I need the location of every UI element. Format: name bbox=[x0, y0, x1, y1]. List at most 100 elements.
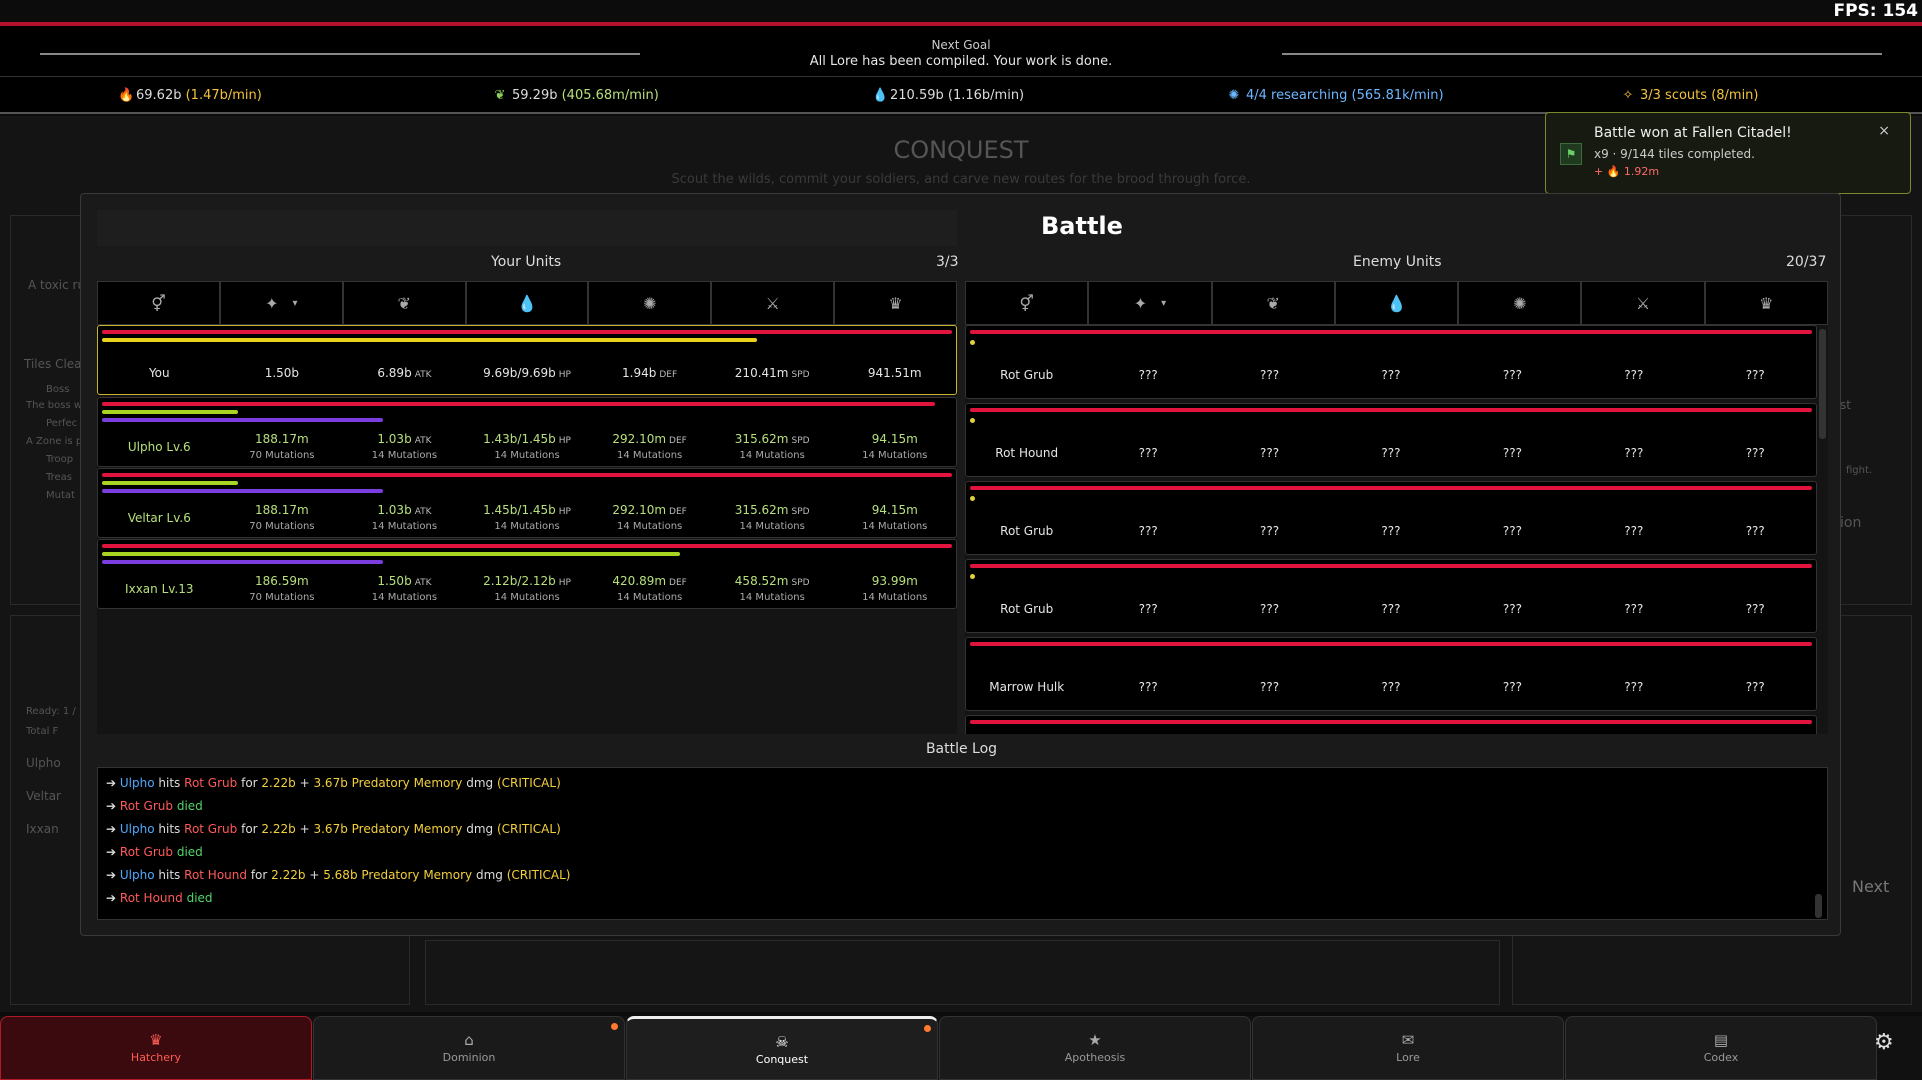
flame-icon: 🔥 bbox=[118, 88, 135, 103]
log-word: + bbox=[299, 776, 310, 790]
enemy-stat: ??? bbox=[1138, 602, 1158, 616]
mutations-count: 14 Mutations bbox=[862, 521, 928, 532]
stat-value: 1.50b bbox=[264, 366, 300, 380]
stat-suffix: DEF bbox=[669, 507, 687, 517]
enemy-stat: ??? bbox=[1381, 602, 1401, 616]
unit-stat-def: 420.89m DEF 14 Mutations bbox=[588, 574, 711, 603]
stat-value: 420.89m bbox=[612, 574, 667, 588]
enemy-name: Marrow Hulk bbox=[989, 680, 1065, 694]
enemy-units-list: Rot Grub?????????????????? Rot Hound?????… bbox=[965, 325, 1828, 734]
column-header[interactable]: ❦ bbox=[342, 281, 466, 325]
log-word: + bbox=[299, 822, 310, 836]
stat-value: 941.51m bbox=[867, 366, 922, 380]
enemy-row[interactable] bbox=[965, 715, 1817, 734]
nav-tab-dominion[interactable]: ⌂ Dominion bbox=[313, 1016, 625, 1080]
column-header[interactable]: ♛ bbox=[834, 281, 958, 325]
column-header[interactable]: 💧 bbox=[465, 281, 589, 325]
enemy-row[interactable]: Rot Hound?????????????????? bbox=[965, 403, 1817, 477]
toast-close-button[interactable]: × bbox=[1878, 123, 1890, 139]
stat-suffix: DEF bbox=[669, 578, 687, 588]
troop-ixxan[interactable]: Ixxan bbox=[26, 822, 59, 836]
battle-modal: Battle Your Units 3/3 Enemy Units 20/37 … bbox=[80, 193, 1841, 936]
stat-suffix: HP bbox=[558, 370, 571, 380]
stat-value: 210.41m bbox=[734, 366, 789, 380]
log-scrollbar[interactable] bbox=[1815, 894, 1822, 918]
enemy-name: Rot Grub bbox=[1000, 602, 1054, 616]
enemy-stats: Rot Hound?????????????????? bbox=[966, 446, 1816, 460]
enemy-stat: ??? bbox=[1745, 446, 1765, 460]
enemy-units-count: 20/37 bbox=[1786, 254, 1827, 270]
next-button[interactable]: Next bbox=[1852, 877, 1889, 896]
gear-icon[interactable]: ⚙ bbox=[1874, 1030, 1894, 1055]
unit-row[interactable]: You 1.50b 6.89b ATK 9.69b/9.69b HP 1.94b DEF 210… bbox=[97, 325, 957, 395]
enemy-stat: ??? bbox=[1502, 524, 1522, 538]
nav-tab-apotheosis[interactable]: ★ Apotheosis bbox=[939, 1016, 1251, 1080]
troop-veltar[interactable]: Veltar bbox=[26, 789, 61, 803]
nav-tab-lore[interactable]: ✉ Lore bbox=[1252, 1016, 1564, 1080]
column-header[interactable]: ✦ ▾ bbox=[219, 281, 343, 325]
column-header[interactable]: ⚥ bbox=[965, 281, 1089, 325]
enemy-stat: ??? bbox=[1624, 368, 1644, 382]
map-panel bbox=[425, 940, 1500, 1005]
enemy-row[interactable]: Marrow Hulk?????????????????? bbox=[965, 637, 1817, 711]
battle-won-toast[interactable]: ⚑ Battle won at Fallen Citadel! x9 · 9/1… bbox=[1545, 112, 1911, 194]
enemy-stat: ??? bbox=[1260, 368, 1280, 382]
column-header[interactable]: ⚔ bbox=[711, 281, 835, 325]
ready-count: Ready: 1 / bbox=[26, 706, 76, 717]
resource-flame[interactable]: 🔥 69.62b (1.47b/min) bbox=[118, 88, 262, 103]
unit-stat-spd: 315.62m SPD 14 Mutations bbox=[711, 503, 834, 532]
enemy-row[interactable]: Rot Grub?????????????????? bbox=[965, 325, 1817, 399]
troop-ulpho[interactable]: Ulpho bbox=[26, 756, 61, 770]
hp-bar bbox=[102, 402, 935, 406]
enemy-stat: ??? bbox=[1381, 446, 1401, 460]
column-header[interactable]: ❦ bbox=[1211, 281, 1335, 325]
unit-stat-c1: 188.17m 70 Mutations bbox=[221, 432, 344, 461]
nav-tab-label: Conquest bbox=[755, 1053, 809, 1066]
column-header[interactable]: ✺ bbox=[588, 281, 712, 325]
nav-tab-hatchery[interactable]: ♛ Hatchery bbox=[0, 1016, 312, 1080]
enemy-row[interactable]: Rot Grub?????????????????? bbox=[965, 481, 1817, 555]
column-header[interactable]: ⚥ bbox=[97, 281, 220, 325]
unit-row[interactable]: Veltar Lv.6 188.17m 70 Mutations 1.03b ATK 14… bbox=[97, 468, 957, 538]
log-target: Rot Grub bbox=[119, 845, 174, 859]
arrow-icon: ➔ bbox=[106, 845, 117, 859]
column-header[interactable]: ♛ bbox=[1704, 281, 1828, 325]
log-damage: 2.22b bbox=[261, 776, 296, 790]
column-header[interactable]: ✦ ▾ bbox=[1088, 281, 1212, 325]
resource-scouts[interactable]: ✧ 3/3 scouts (8/min) bbox=[1622, 88, 1759, 103]
unit-row[interactable]: Ixxan Lv.13 186.59m 70 Mutations 1.50b ATK 14… bbox=[97, 539, 957, 609]
enemy-row[interactable]: Rot Grub?????????????????? bbox=[965, 559, 1817, 633]
zone-note: A Zone is p bbox=[26, 436, 83, 447]
mutations-count: 14 Mutations bbox=[739, 592, 805, 603]
unit-stat-hp: 9.69b/9.69b HP bbox=[466, 366, 589, 380]
enemy-name: Rot Grub bbox=[1000, 368, 1054, 382]
resource-drop[interactable]: 💧 210.59b (1.16b/min) bbox=[872, 88, 1024, 103]
resource-research[interactable]: ✺ 4/4 researching (565.81k/min) bbox=[1228, 88, 1444, 103]
stat-value: 188.17m bbox=[255, 503, 309, 517]
toast-title: Battle won at Fallen Citadel! bbox=[1594, 125, 1792, 141]
drop-icon: 💧 bbox=[1386, 293, 1407, 313]
xp-bar bbox=[102, 560, 383, 564]
unit-row[interactable]: Ulpho Lv.6 188.17m 70 Mutations 1.03b ATK 14 … bbox=[97, 397, 957, 467]
log-word: dmg bbox=[466, 822, 494, 836]
nav-tab-conquest[interactable]: ☠ Conquest bbox=[626, 1016, 938, 1080]
enemy-stat: ??? bbox=[1624, 524, 1644, 538]
star-icon: ★ bbox=[1088, 1031, 1102, 1049]
log-line: ➔ Rot Hound died bbox=[106, 891, 213, 905]
column-header[interactable]: ⚔ bbox=[1581, 281, 1705, 325]
column-header[interactable]: ✺ bbox=[1458, 281, 1582, 325]
scroll-icon: ✉ bbox=[1401, 1031, 1415, 1049]
brain-icon: ✺ bbox=[643, 293, 657, 313]
your-units-count: 3/3 bbox=[936, 254, 959, 270]
column-header[interactable]: 💧 bbox=[1334, 281, 1459, 325]
xp-bar bbox=[102, 418, 383, 422]
next-goal-bar: Next Goal All Lore has been compiled. Yo… bbox=[0, 26, 1922, 76]
unit-stats: Ulpho Lv.6 188.17m 70 Mutations 1.03b ATK 14 … bbox=[98, 432, 956, 461]
energy-bar bbox=[102, 481, 238, 485]
arrow-icon: ➔ bbox=[106, 891, 117, 905]
nav-tab-codex[interactable]: ▤ Codex bbox=[1565, 1016, 1877, 1080]
unit-stat-spd: 210.41m SPD bbox=[711, 366, 834, 380]
resource-leaf[interactable]: ❦ 59.29b (405.68m/min) bbox=[494, 88, 659, 103]
enemy-scrollbar[interactable] bbox=[1819, 329, 1826, 439]
log-actor: Ulpho bbox=[119, 822, 155, 836]
